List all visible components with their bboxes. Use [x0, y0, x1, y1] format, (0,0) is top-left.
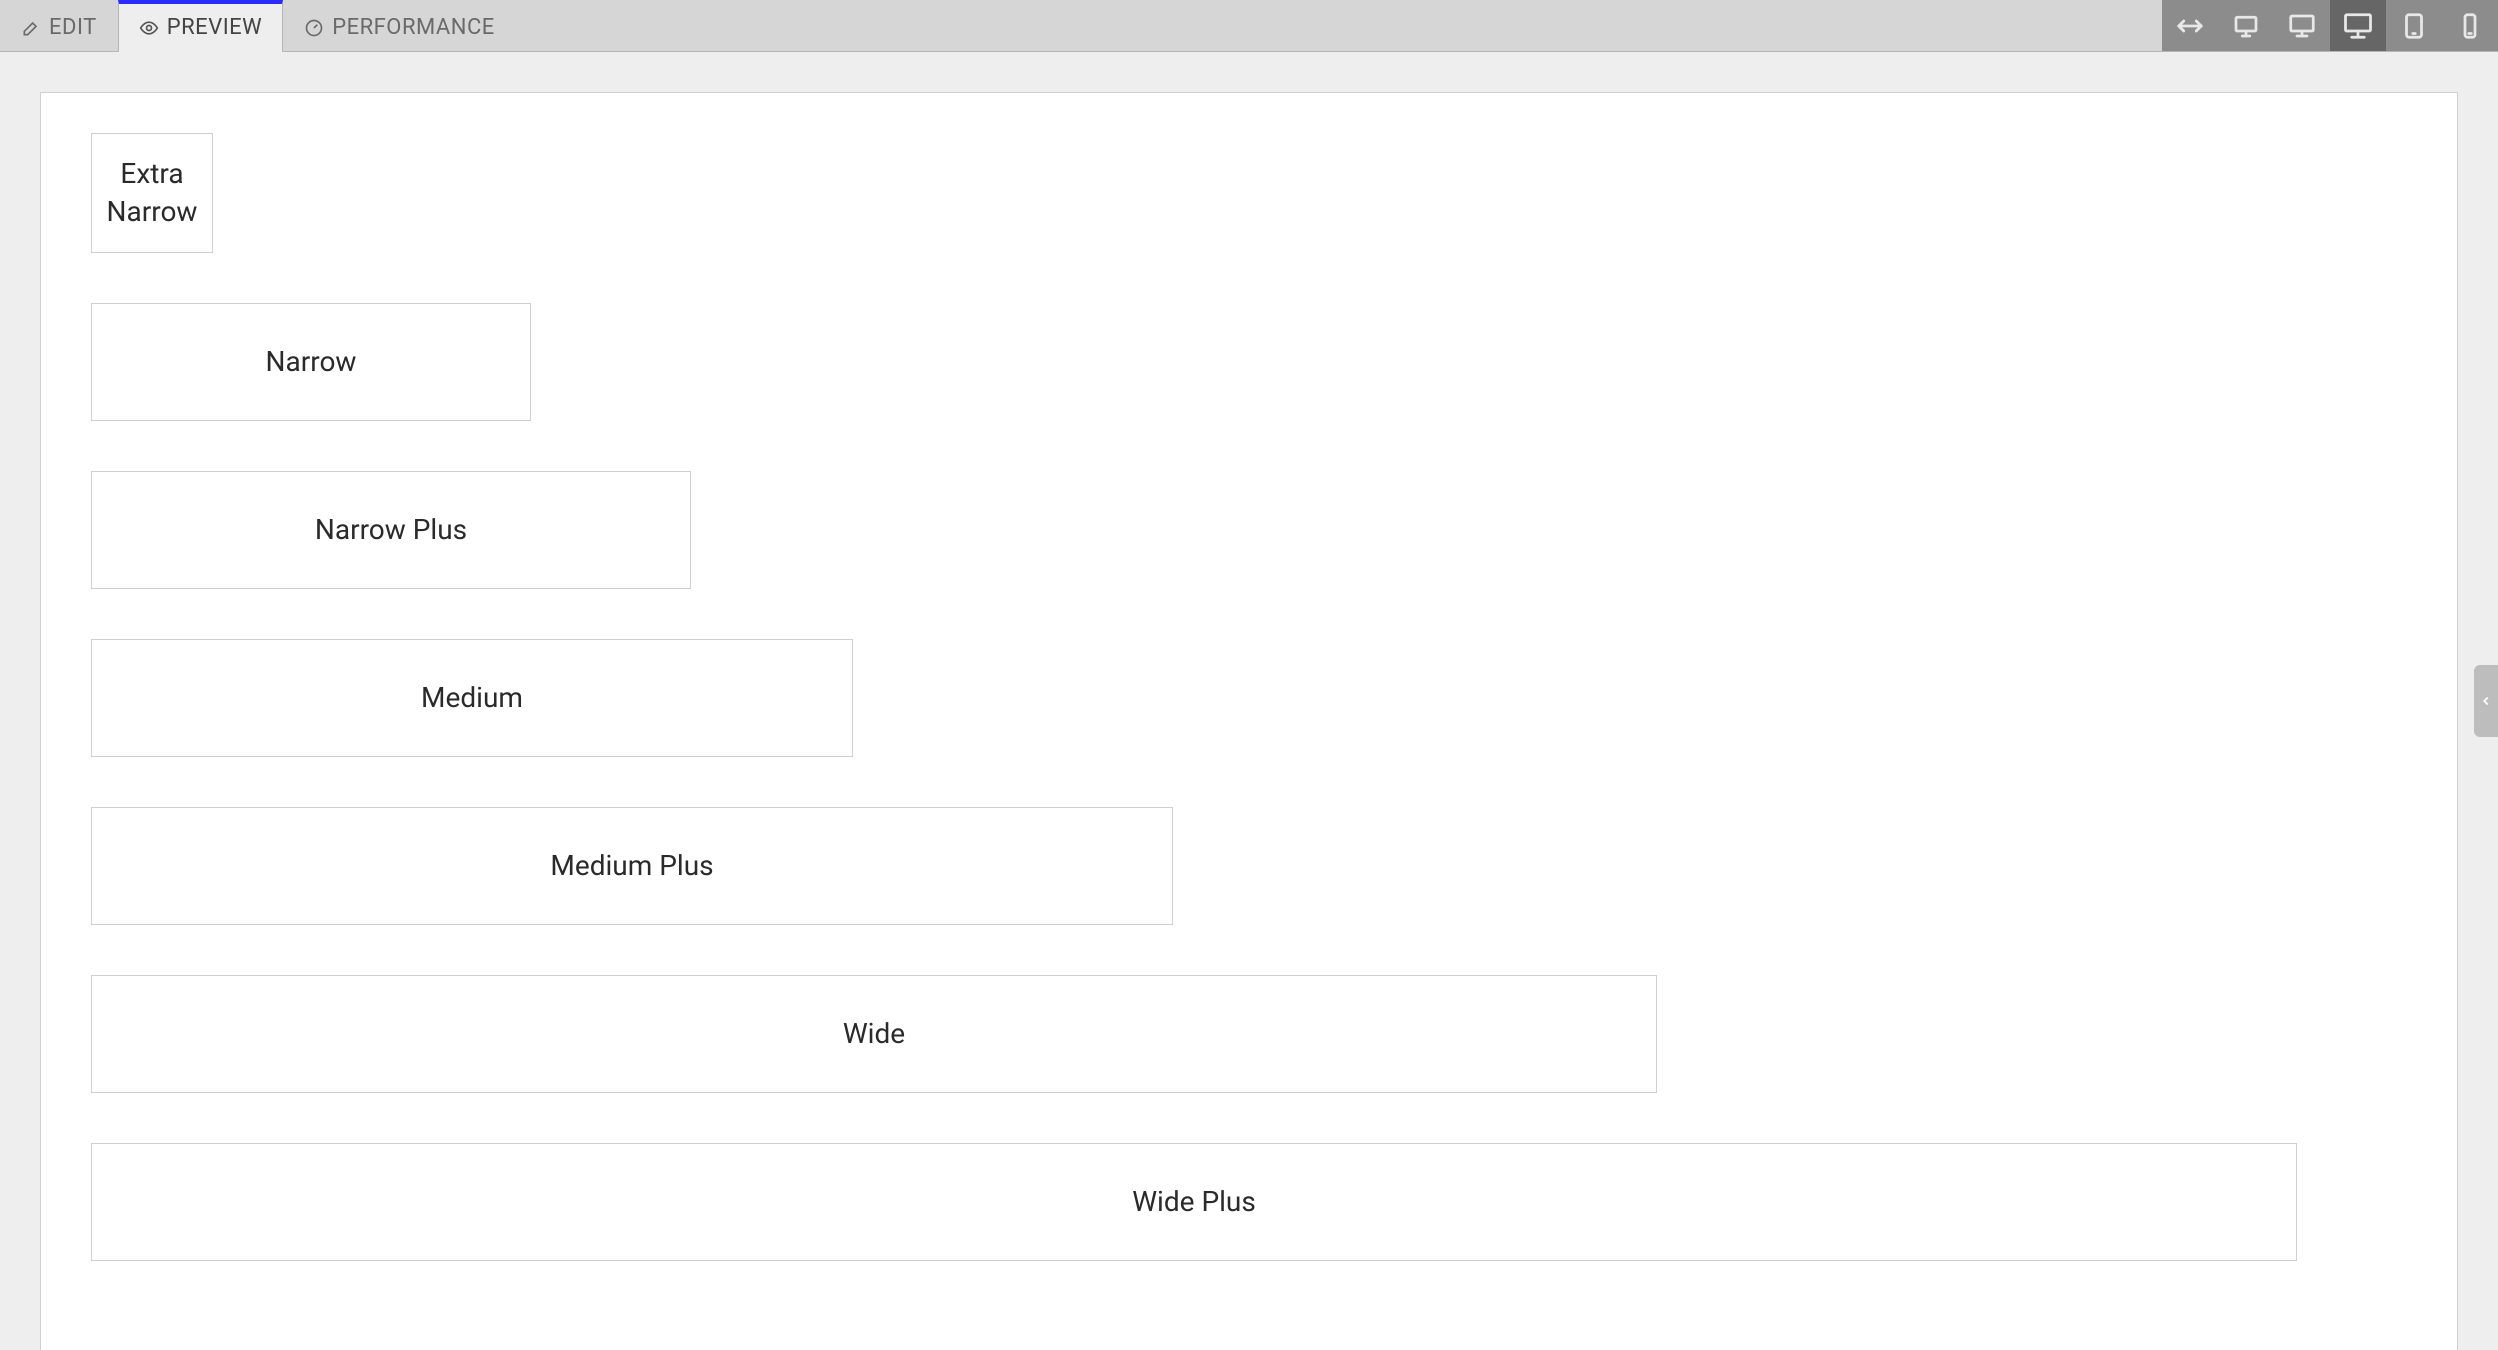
block-extra-narrow: Extra Narrow	[91, 133, 213, 253]
preview-stage: Extra Narrow Narrow Narrow Plus Medium M…	[0, 52, 2498, 1350]
device-mobile-button[interactable]	[2442, 0, 2498, 51]
block-medium: Medium	[91, 639, 853, 757]
desktop-large-icon	[2343, 11, 2373, 41]
top-bar: EDIT PREVIEW PERFORMANCE	[0, 0, 2498, 52]
block-wide-label: Wide	[843, 1015, 905, 1053]
device-tablet-button[interactable]	[2386, 0, 2442, 51]
block-extra-narrow-label: Extra Narrow	[92, 155, 212, 231]
chevron-left-icon	[2479, 694, 2493, 708]
device-desktop-small-button[interactable]	[2218, 0, 2274, 51]
block-wide: Wide	[91, 975, 1657, 1093]
desktop-small-icon	[2231, 11, 2261, 41]
block-medium-plus: Medium Plus	[91, 807, 1173, 925]
device-desktop-medium-button[interactable]	[2274, 0, 2330, 51]
block-medium-plus-label: Medium Plus	[550, 847, 713, 885]
block-wide-plus-label: Wide Plus	[1132, 1183, 1256, 1221]
tab-strip: EDIT PREVIEW PERFORMANCE	[0, 0, 516, 51]
gauge-icon	[304, 18, 324, 38]
device-toolbar	[2162, 0, 2498, 51]
tab-performance-label: PERFORMANCE	[332, 15, 495, 40]
eye-icon	[139, 18, 159, 38]
tab-preview-label: PREVIEW	[167, 15, 262, 40]
block-narrow-plus: Narrow Plus	[91, 471, 691, 589]
device-desktop-large-button[interactable]	[2330, 0, 2386, 51]
block-wide-plus: Wide Plus	[91, 1143, 2297, 1261]
block-narrow: Narrow	[91, 303, 531, 421]
preview-canvas: Extra Narrow Narrow Narrow Plus Medium M…	[40, 92, 2458, 1350]
tab-performance[interactable]: PERFORMANCE	[283, 0, 516, 51]
mobile-icon	[2455, 11, 2485, 41]
desktop-medium-icon	[2287, 11, 2317, 41]
tab-preview[interactable]: PREVIEW	[118, 0, 283, 51]
tab-edit-label: EDIT	[49, 15, 97, 40]
pencil-icon	[21, 18, 41, 38]
tab-edit[interactable]: EDIT	[0, 0, 118, 51]
responsive-icon	[2175, 11, 2205, 41]
block-medium-label: Medium	[421, 679, 523, 717]
block-narrow-label: Narrow	[266, 343, 357, 381]
tablet-icon	[2399, 11, 2429, 41]
device-responsive-button[interactable]	[2162, 0, 2218, 51]
block-narrow-plus-label: Narrow Plus	[315, 511, 467, 549]
side-panel-handle[interactable]	[2474, 665, 2498, 737]
